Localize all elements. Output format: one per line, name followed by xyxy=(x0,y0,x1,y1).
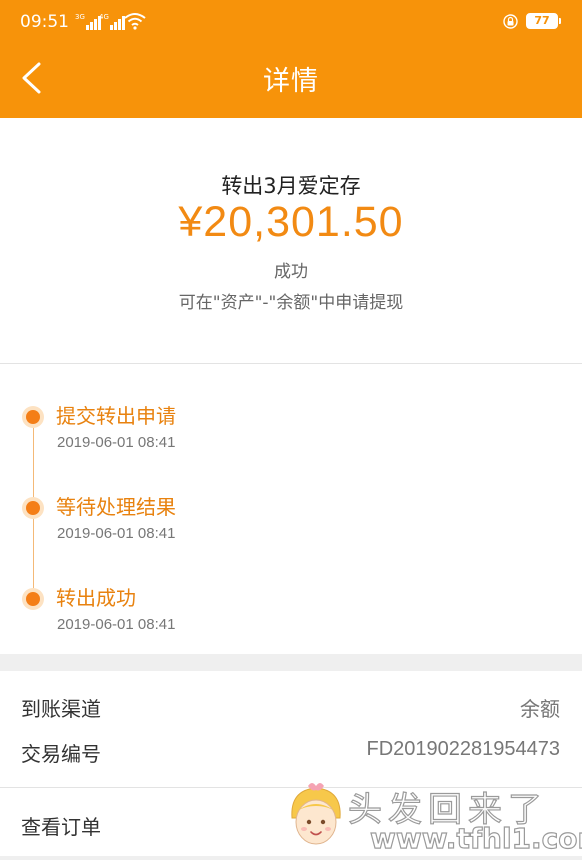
transaction-info: 到账渠道 余额 交易编号 FD201902281954473 xyxy=(0,671,582,788)
info-row-channel: 到账渠道 余额 xyxy=(0,683,582,729)
withdraw-hint: 可在"资产"-"余额"中申请提现 xyxy=(178,293,404,313)
status-time: 09:51 xyxy=(20,12,69,32)
transaction-amount: ¥20,301.50 xyxy=(178,198,404,246)
step-label: 转出成功 xyxy=(56,586,136,610)
step-time: 2019-06-01 08:41 xyxy=(57,525,176,542)
timeline-dot-icon xyxy=(22,497,44,519)
app-screen: 09:51 3G 4G 77 详情 转出3月爱定存 ¥20,301.50 成功 … xyxy=(0,0,582,860)
status-bar: 09:51 3G 4G 77 xyxy=(0,0,582,44)
info-label: 交易编号 xyxy=(21,742,101,766)
lock-icon xyxy=(503,14,518,29)
battery-icon: 77 xyxy=(526,13,561,29)
network-type-label: 4G xyxy=(99,13,109,21)
step-label: 提交转出申请 xyxy=(56,404,176,428)
step-time: 2019-06-01 08:41 xyxy=(57,616,176,633)
header-bar: 09:51 3G 4G 77 详情 xyxy=(0,0,582,118)
info-label: 到账渠道 xyxy=(21,697,101,721)
info-row-transaction-id: 交易编号 FD201902281954473 xyxy=(0,728,582,774)
step-label: 等待处理结果 xyxy=(56,495,176,519)
signal-3g-icon: 3G xyxy=(75,14,102,30)
view-order-label: 查看订单 xyxy=(21,815,101,839)
page-title: 详情 xyxy=(263,66,319,97)
signal-4g-icon: 4G xyxy=(99,14,126,30)
timeline-dot-icon xyxy=(22,588,44,610)
info-value: FD201902281954473 xyxy=(366,738,560,760)
info-value: 余额 xyxy=(520,699,560,721)
watermark-url: www.tfhl1.com xyxy=(369,821,582,855)
timeline-dot-icon xyxy=(22,406,44,428)
wifi-icon xyxy=(124,13,146,30)
transaction-summary: 转出3月爱定存 ¥20,301.50 成功 可在"资产"-"余额"中申请提现 xyxy=(0,118,582,364)
transaction-status: 成功 xyxy=(274,262,308,282)
timeline-step: 转出成功 2019-06-01 08:41 xyxy=(0,556,582,633)
transaction-title: 转出3月爱定存 xyxy=(221,174,361,198)
watermark: 头发回来了 www.tfhl1.com xyxy=(282,778,582,860)
step-time: 2019-06-01 08:41 xyxy=(57,434,176,451)
timeline-step: 提交转出申请 2019-06-01 08:41 xyxy=(0,374,582,451)
progress-timeline: 提交转出申请 2019-06-01 08:41 等待处理结果 2019-06-0… xyxy=(0,364,582,654)
mascot-logo-icon xyxy=(291,783,341,845)
timeline-step: 等待处理结果 2019-06-01 08:41 xyxy=(0,465,582,542)
network-type-label: 3G xyxy=(75,13,85,21)
